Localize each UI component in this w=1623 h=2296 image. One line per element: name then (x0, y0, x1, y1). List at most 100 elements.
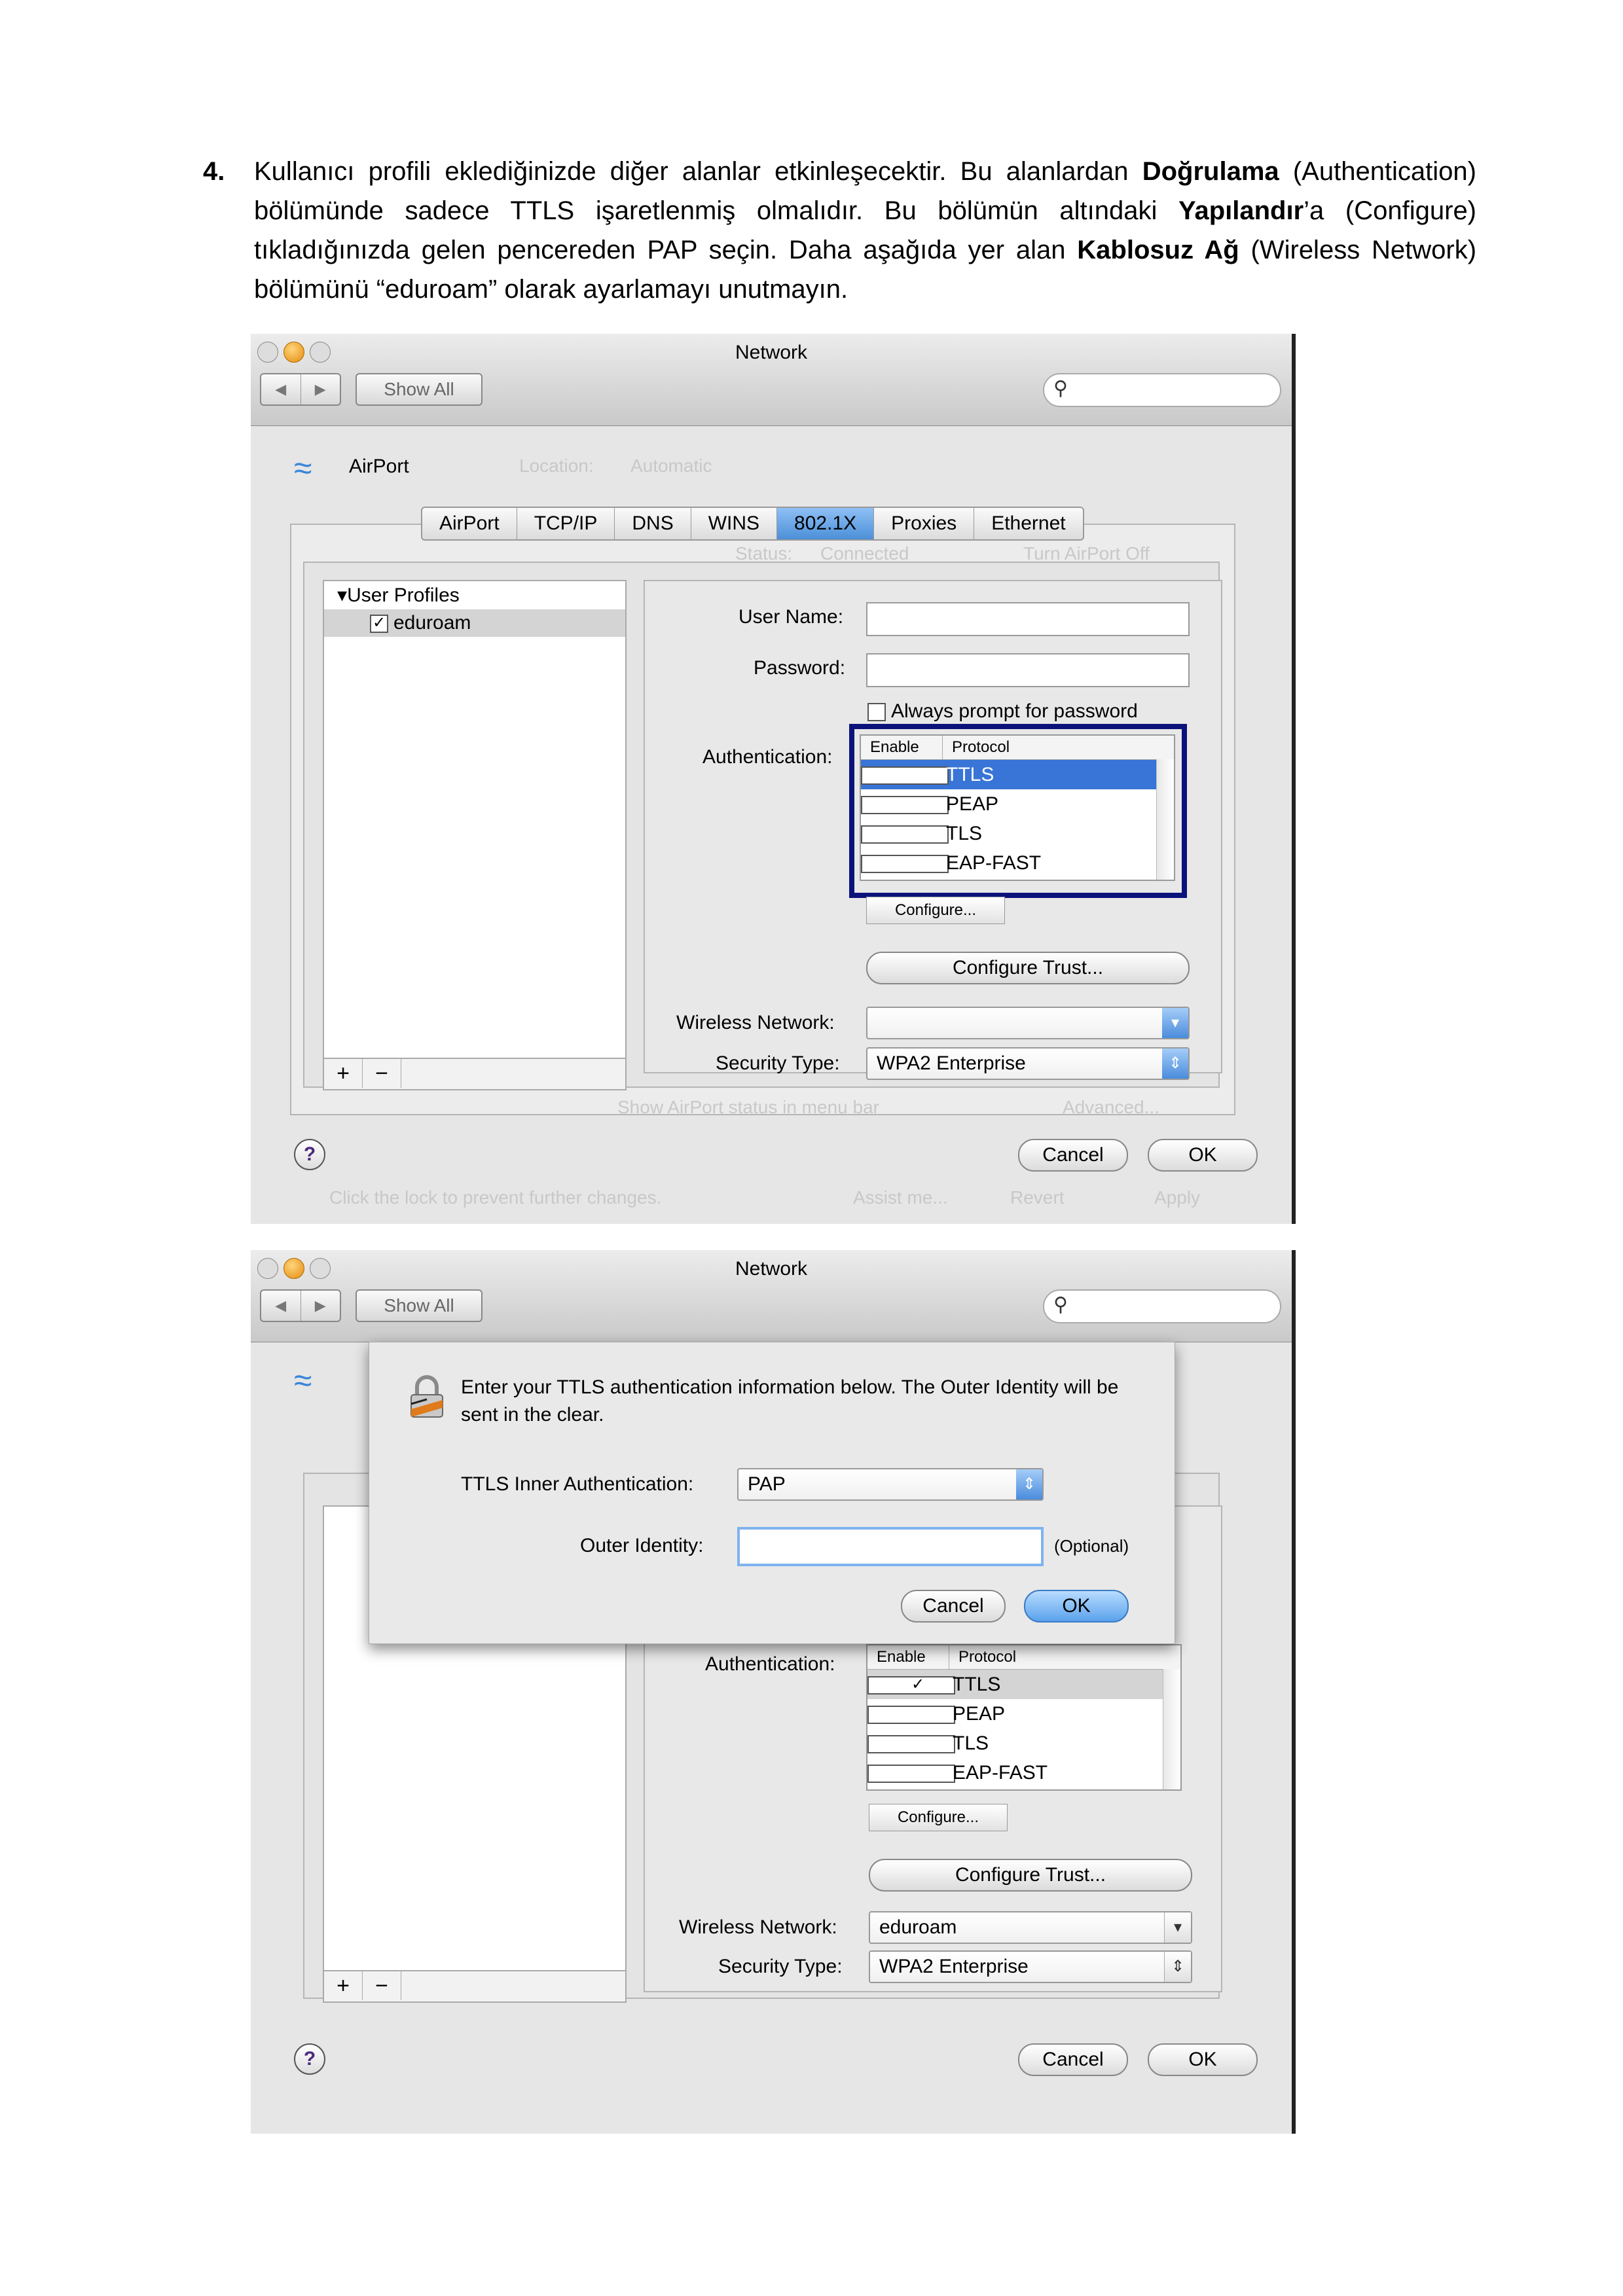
configure-button[interactable]: Configure... (866, 897, 1005, 924)
cancel-button[interactable]: Cancel (1018, 2043, 1128, 2076)
profiles-header: ▾User Profiles (337, 584, 460, 606)
show-all-button[interactable]: Show All (356, 1289, 483, 1322)
lock-icon (410, 1375, 443, 1418)
configure-trust-button[interactable]: Configure Trust... (866, 952, 1190, 984)
security-type-label: Security Type: (718, 1956, 843, 1977)
instruction-text: Kullanıcı profili eklediğinizde diğer al… (254, 152, 1476, 309)
instruction-bold-term: Kablosuz Ağ (1077, 236, 1239, 264)
updown-arrow-icon: ⇕ (1164, 1952, 1191, 1982)
back-arrow-icon[interactable]: ◀ (261, 374, 301, 404)
bg-show-status-checkbox: Show AirPort status in menu bar (617, 1097, 879, 1117)
show-all-button[interactable]: Show All (356, 373, 483, 406)
inner-auth-label: TTLS Inner Authentication: (461, 1473, 694, 1495)
checkbox-checked-icon[interactable]: ✓ (370, 615, 388, 634)
user-name-label: User Name: (739, 606, 844, 628)
protocol-table[interactable]: Enable Protocol ✓ TTLS PEAP TLS EAP-FAST (866, 1644, 1182, 1791)
help-icon[interactable]: ? (294, 2043, 325, 2075)
window-titlebar: Network ◀ ▶ Show All ⚲ (251, 1250, 1292, 1342)
wireless-network-label: Wireless Network: (679, 1916, 837, 1938)
protocol-table-header: Enable Protocol (867, 1645, 1180, 1670)
protocol-row-eap-fast[interactable]: EAP-FAST (861, 848, 1174, 878)
inner-auth-popup[interactable]: PAP ⇕ (737, 1468, 1044, 1501)
protocol-row-ttls[interactable]: ✓ TTLS (861, 760, 1174, 789)
instruction-bold-term: Yapılandır (1178, 196, 1304, 225)
protocol-row-peap[interactable]: PEAP (861, 789, 1174, 819)
add-profile-button[interactable]: + (324, 1971, 363, 2000)
instruction-run: Kullanıcı profili eklediğinizde diğer al… (254, 157, 1142, 186)
configure-button[interactable]: Configure... (869, 1804, 1008, 1831)
cancel-button[interactable]: Cancel (1018, 1139, 1128, 1172)
help-icon[interactable]: ? (294, 1139, 325, 1170)
protocol-row-peap[interactable]: PEAP (867, 1699, 1180, 1729)
instruction-paragraph: 4. Kullanıcı profili eklediğinizde diğer… (203, 152, 1476, 309)
airport-wifi-icon: ≈ (294, 1362, 312, 1399)
protocol-row-tls[interactable]: TLS (861, 819, 1174, 848)
profile-row-eduroam[interactable]: ✓ eduroam (324, 609, 625, 637)
protocol-table-header: Enable Protocol (861, 736, 1174, 760)
tab-dns[interactable]: DNS (615, 508, 691, 539)
ok-button[interactable]: OK (1148, 1139, 1258, 1172)
tab-proxies[interactable]: Proxies (874, 508, 975, 539)
bg-revert-button: Revert (1010, 1187, 1065, 1208)
network-window-802-1x: Network ◀ ▶ Show All ⚲ ≈ AirPort Location… (251, 334, 1296, 1224)
outer-identity-field[interactable] (737, 1527, 1044, 1566)
user-profiles-list[interactable]: ▾User Profiles ✓ eduroam (323, 580, 627, 1060)
add-remove-bar: + − (323, 1970, 627, 2003)
authentication-label: Authentication: (702, 746, 833, 768)
forward-arrow-icon[interactable]: ▶ (301, 374, 340, 404)
back-forward-buttons[interactable]: ◀ ▶ (260, 1289, 341, 1322)
bg-advanced-button: Advanced... (1063, 1097, 1159, 1117)
authentication-label: Authentication: (705, 1653, 835, 1675)
sheet-ok-button[interactable]: OK (1024, 1590, 1129, 1623)
password-label: Password: (754, 657, 846, 679)
sheet-cancel-button[interactable]: Cancel (901, 1590, 1006, 1623)
airport-wifi-icon: ≈ (294, 450, 312, 486)
ok-button[interactable]: OK (1148, 2043, 1258, 2076)
window-titlebar: Network ◀ ▶ Show All ⚲ (251, 334, 1292, 426)
forward-arrow-icon[interactable]: ▶ (301, 1291, 340, 1321)
add-profile-button[interactable]: + (324, 1059, 363, 1088)
security-type-label: Security Type: (716, 1052, 840, 1074)
outer-identity-label: Outer Identity: (580, 1535, 704, 1556)
remove-profile-button[interactable]: − (363, 1971, 401, 2000)
search-field[interactable]: ⚲ (1043, 373, 1281, 407)
protocol-row-ttls[interactable]: ✓ TTLS (867, 1670, 1180, 1699)
protocol-scrollbar[interactable] (1163, 1669, 1180, 1789)
search-field[interactable]: ⚲ (1043, 1289, 1281, 1323)
add-remove-bar: + − (323, 1058, 627, 1090)
sheet-message: Enter your TTLS authentication informati… (461, 1376, 1119, 1426)
remove-profile-button[interactable]: − (363, 1059, 401, 1088)
wireless-network-popup[interactable]: ▾ (866, 1007, 1190, 1039)
bg-assist-button: Assist me... (853, 1187, 948, 1208)
window-content: ≈ AirPort Location: Automatic Status: Co… (251, 425, 1292, 1224)
network-window-ttls-sheet: Network ◀ ▶ Show All ⚲ ≈ + − Authenticatio… (251, 1250, 1296, 2134)
security-type-popup[interactable]: WPA2 Enterprise ⇕ (869, 1950, 1192, 1983)
tab-802-1x[interactable]: 802.1X (777, 508, 875, 539)
wireless-network-label: Wireless Network: (676, 1012, 835, 1033)
password-field[interactable] (866, 653, 1190, 687)
checkbox-unchecked-icon[interactable] (867, 703, 886, 722)
configure-trust-button[interactable]: Configure Trust... (869, 1859, 1192, 1892)
back-arrow-icon[interactable]: ◀ (261, 1291, 301, 1321)
updown-arrow-icon: ⇕ (1016, 1469, 1042, 1499)
tab-airport[interactable]: AirPort (422, 508, 517, 539)
protocol-row-eap-fast[interactable]: EAP-FAST (867, 1758, 1180, 1787)
search-icon: ⚲ (1053, 378, 1068, 399)
back-forward-buttons[interactable]: ◀ ▶ (260, 373, 341, 406)
protocol-scrollbar[interactable] (1156, 759, 1174, 880)
security-type-popup[interactable]: WPA2 Enterprise ⇕ (866, 1047, 1190, 1080)
wireless-network-popup[interactable]: eduroam ▾ (869, 1911, 1192, 1944)
protocol-table[interactable]: Enable Protocol ✓ TTLS PEAP TLS EAP-FAST (860, 734, 1175, 881)
tab-bar[interactable]: AirPort TCP/IP DNS WINS 802.1X Proxies E… (421, 507, 1084, 541)
step-number: 4. (203, 157, 225, 186)
updown-arrow-icon: ⇕ (1162, 1049, 1188, 1079)
optional-label: (Optional) (1054, 1536, 1129, 1556)
bg-location-label: Location: (519, 456, 594, 476)
user-name-field[interactable] (866, 602, 1190, 636)
tab-wins[interactable]: WINS (691, 508, 778, 539)
protocol-row-tls[interactable]: TLS (867, 1729, 1180, 1758)
always-prompt-checkbox[interactable]: Always prompt for password (867, 700, 1138, 723)
tab-ethernet[interactable]: Ethernet (974, 508, 1082, 539)
tab-tcpip[interactable]: TCP/IP (517, 508, 615, 539)
interface-name: AirPort (349, 456, 409, 477)
